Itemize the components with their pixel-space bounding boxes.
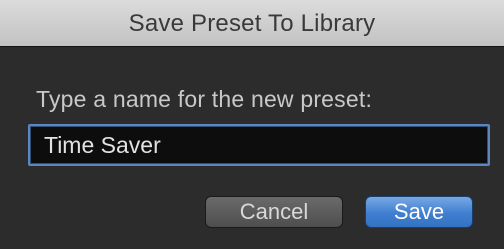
- title-bar[interactable]: Save Preset To Library: [0, 0, 504, 47]
- save-button[interactable]: Save: [365, 196, 473, 228]
- prompt-label: Type a name for the new preset:: [36, 86, 373, 112]
- preset-name-input[interactable]: [28, 124, 490, 166]
- cancel-button[interactable]: Cancel: [205, 196, 343, 228]
- dialog-title: Save Preset To Library: [128, 10, 376, 37]
- save-preset-dialog: Save Preset To Library Type a name for t…: [0, 0, 504, 249]
